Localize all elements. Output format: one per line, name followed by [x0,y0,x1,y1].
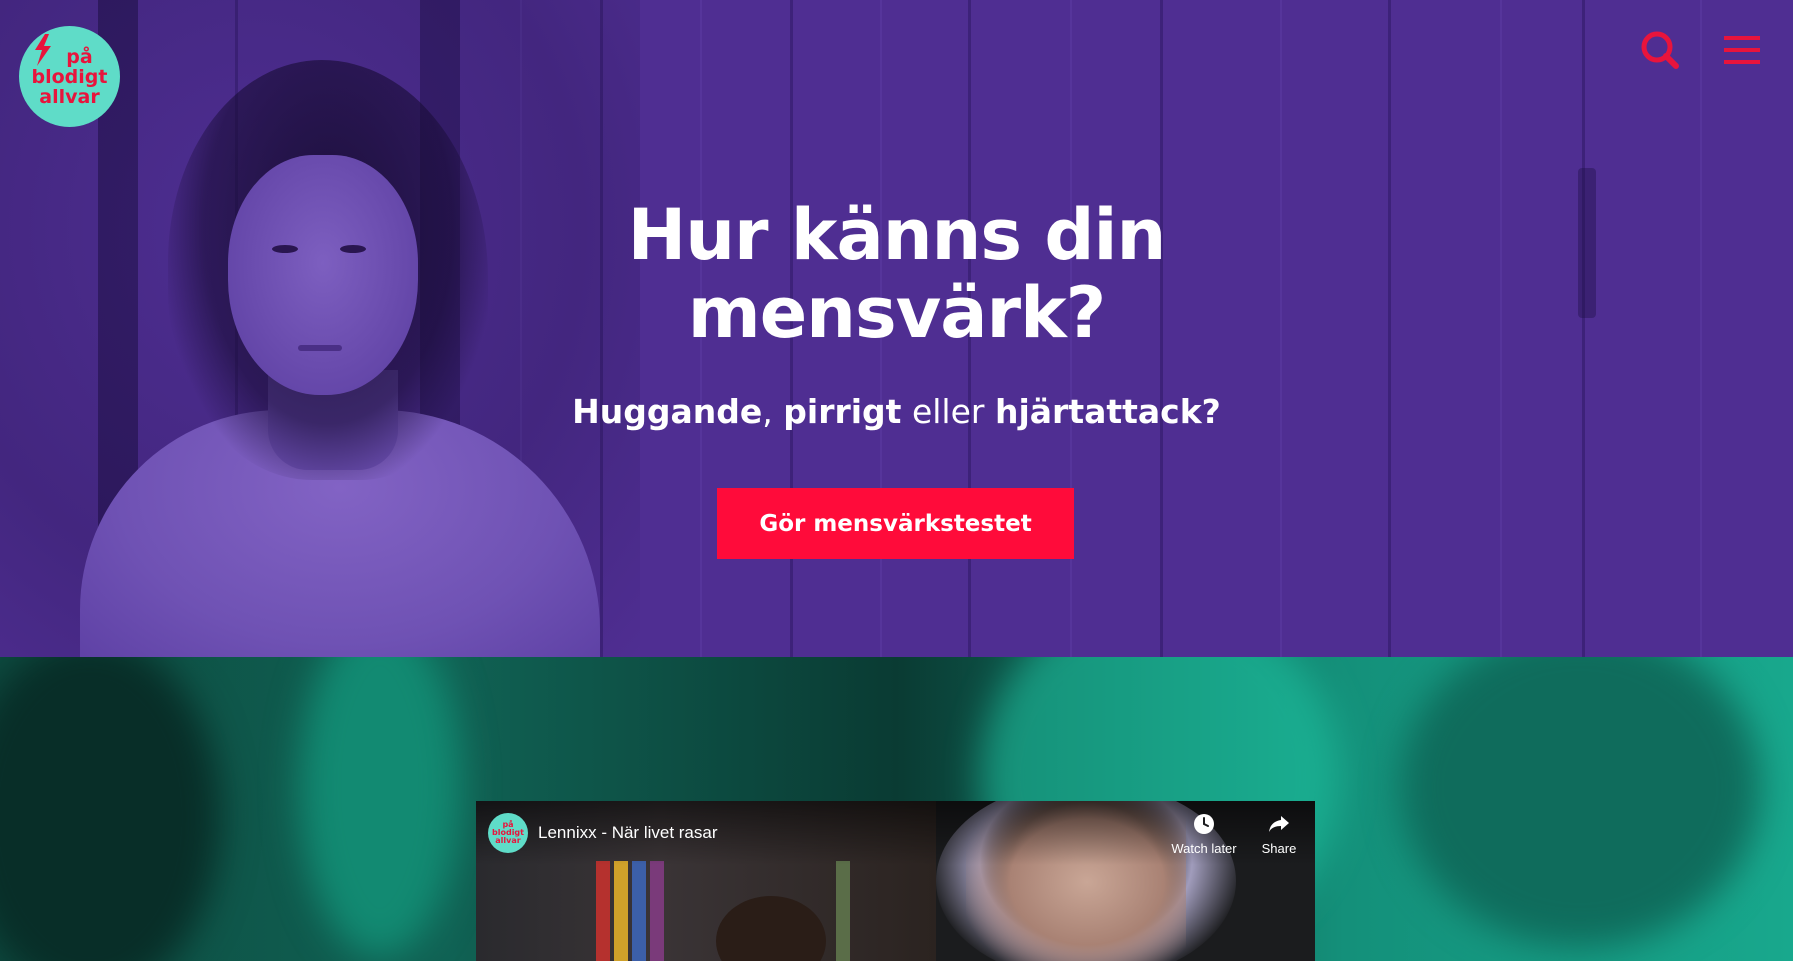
watch-later-button[interactable]: Watch later [1164,811,1244,861]
share-button[interactable]: Share [1254,811,1304,861]
video-frame-object [614,861,628,961]
video-title-link[interactable]: Lennixx - När livet rasar [538,823,718,843]
subtitle-word-pirrigt: pirrigt [783,392,902,431]
channel-avatar[interactable]: på blodigt allvar [488,813,528,853]
video-frame-object [650,861,664,961]
subtitle-word-huggande: Huggande [572,392,763,431]
youtube-video-embed[interactable]: på blodigt allvar Lennixx - När livet ra… [476,801,1315,961]
hero-section: på blodigt allvar Hur känns din mensvärk… [0,0,1793,657]
subtitle-word-hjartattack: hjärtattack? [994,392,1221,431]
hamburger-menu-icon [1724,36,1760,64]
share-arrow-icon [1266,811,1292,837]
lightning-bolt-icon [35,34,51,66]
video-frame-object [632,861,646,961]
video-section: på blodigt allvar Lennixx - När livet ra… [0,657,1793,961]
menu-button[interactable] [1720,28,1764,72]
logo-line-2: blodigt [31,65,108,88]
hero-title: Hur känns din mensvärk? [0,196,1793,352]
background-blur [1400,657,1760,947]
search-button[interactable] [1638,28,1682,72]
search-icon [1641,31,1679,69]
clock-icon [1191,811,1217,837]
background-blur [300,657,460,957]
site-logo[interactable]: på blodigt allvar [19,26,120,127]
background-blur [0,657,220,961]
hero-title-line-1: Hur känns din [627,194,1167,276]
take-test-button[interactable]: Gör mensvärkstestet [717,488,1074,559]
subtitle-separator: eller [901,392,995,431]
hero-title-line-2: mensvärk? [687,272,1106,354]
hero-subtitle: Huggande, pirrigt eller hjärtattack? [0,390,1793,434]
share-label: Share [1261,841,1297,856]
watch-later-label: Watch later [1171,841,1237,856]
video-frame-object [596,861,610,961]
subtitle-separator: , [762,392,784,431]
logo-line-3: allvar [39,85,100,108]
channel-avatar-line-3: allvar [495,836,521,845]
video-frame-object [836,861,850,961]
